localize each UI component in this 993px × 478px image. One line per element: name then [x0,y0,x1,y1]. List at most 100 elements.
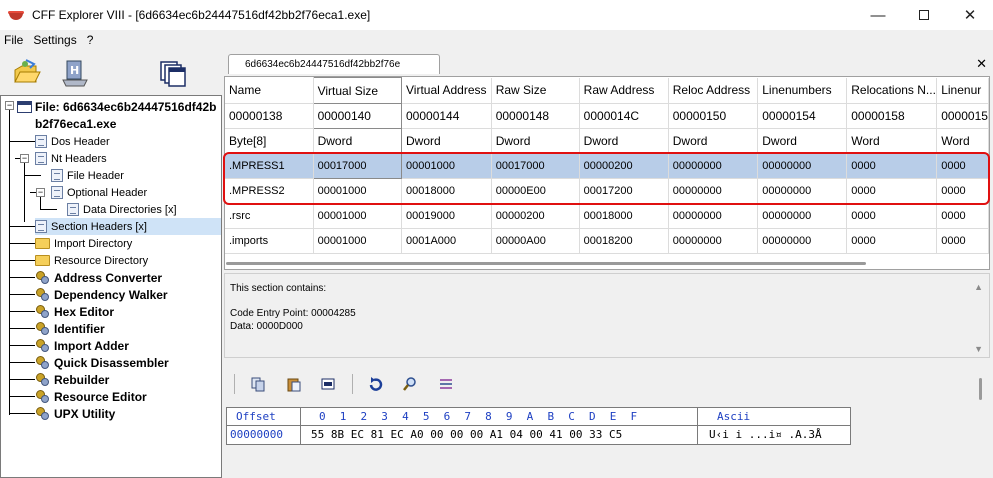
scroll-up-icon[interactable]: ▲ [974,282,983,292]
section-cell[interactable]: 00017000 [491,153,580,179]
tree-item-nt-headers[interactable]: Nt Headers [35,150,107,167]
column-header[interactable]: Virtual Address [401,77,492,104]
section-row-mpress1[interactable]: .MPRESS1 00017000 00001000 00017000 0000… [225,153,989,179]
menu-settings[interactable]: Settings [28,33,81,47]
maximize-button[interactable] [901,0,947,30]
section-cell[interactable]: 00000000 [757,203,848,229]
section-cell[interactable]: 0000 [846,153,938,179]
section-cell[interactable]: 00019000 [401,203,492,229]
section-cell[interactable]: 0000 [846,203,938,229]
column-header[interactable]: Reloc Address [668,77,759,104]
section-row-imports[interactable]: .imports 00001000 0001A000 00000A00 0001… [225,228,989,254]
column-header[interactable]: Raw Size [491,77,580,104]
hex-view[interactable]: Offset 0 1 2 3 4 5 6 7 8 9 A B C D E F A… [226,407,851,445]
tab-file[interactable]: 6d6634ec6b24447516df42bb2f76e [228,54,440,74]
section-cell[interactable]: .imports [225,228,314,254]
search-icon[interactable] [402,376,418,392]
section-cell[interactable]: 00001000 [401,153,492,179]
tree-item-section-headers[interactable]: Section Headers [x] [35,218,221,235]
section-cell[interactable]: 00000A00 [491,228,580,254]
select-all-icon[interactable] [320,376,336,392]
copy-icon[interactable] [250,376,266,392]
column-header[interactable]: Name [225,77,314,104]
hex-row-ascii[interactable]: U‹i i ...i¤ .A.3Å [709,426,822,443]
section-cell[interactable]: 0000 [846,178,938,204]
tree-item-dependency-walker[interactable]: Dependency Walker [35,286,168,303]
open-file-icon[interactable] [12,58,41,86]
options-list-icon[interactable] [438,376,454,392]
tree-item-resource-directory[interactable]: Resource Directory [35,252,148,269]
horizontal-scrollbar[interactable] [226,262,866,265]
section-cell[interactable]: 00018200 [579,228,669,254]
section-cell[interactable]: 00000000 [668,203,759,229]
refresh-icon[interactable] [368,376,384,392]
section-row-rsrc[interactable]: .rsrc 00001000 00019000 00000200 0001800… [225,203,989,229]
section-cell[interactable]: 00000200 [579,153,669,179]
column-header[interactable]: Relocations N... [846,77,938,104]
section-cell[interactable]: 0000 [936,178,989,204]
section-row-mpress2[interactable]: .MPRESS2 00001000 00018000 00000E00 0001… [225,178,989,204]
hex-offset-header: Offset [236,410,276,423]
menu-help[interactable]: ? [82,33,99,47]
section-cell[interactable]: .MPRESS2 [225,178,314,204]
collapse-root-toggle[interactable]: − [5,101,14,110]
tree-item-identifier[interactable]: Identifier [35,320,105,337]
tree-item-optional-header[interactable]: Optional Header [51,184,147,201]
hex-vertical-scrollbar[interactable] [979,378,982,400]
column-header[interactable]: Raw Address [579,77,669,104]
document-tab-bar: 6d6634ec6b24447516df42bb2f76e ✕ [224,52,993,74]
close-tab-icon[interactable]: ✕ [976,56,987,72]
section-cell[interactable]: 00000000 [757,153,848,179]
close-button[interactable]: ✕ [947,0,993,30]
section-cell[interactable]: 00017000 [312,153,403,179]
section-cell[interactable]: 00000000 [757,178,848,204]
tree-item-dos-header[interactable]: Dos Header [35,133,110,150]
tree-item-file-header[interactable]: File Header [51,167,124,184]
collapse-nt-headers-toggle[interactable]: − [20,154,29,163]
tree-item-rebuilder[interactable]: Rebuilder [35,371,109,388]
minimize-button[interactable]: — [855,0,901,30]
section-cell[interactable]: 00000000 [668,228,759,254]
section-cell[interactable]: 0001A000 [401,228,492,254]
tree-item-import-adder[interactable]: Import Adder [35,337,129,354]
type-row: Byte[8] Dword Dword Dword Dword Dword Dw… [225,128,989,154]
type-cell: Dword [757,128,848,154]
section-cell[interactable]: 00018000 [579,203,669,229]
tree-item-upx-utility[interactable]: UPX Utility [35,405,115,422]
column-header[interactable]: Virtual Size [312,77,403,104]
section-cell[interactable]: 00001000 [313,228,403,254]
section-cell[interactable]: 00000000 [668,178,759,204]
section-cell[interactable]: 00000000 [757,228,848,254]
section-cell[interactable]: .rsrc [225,203,314,229]
section-cell[interactable]: 00018000 [401,178,492,204]
tree-item-import-directory[interactable]: Import Directory [35,235,132,252]
section-cell[interactable]: 0000 [936,203,989,229]
type-cell: Dword [312,128,403,154]
tree-root-file[interactable]: File: 6d6634ec6b24447516df42b [17,98,216,115]
paste-icon[interactable] [286,376,302,392]
windows-icon[interactable] [158,58,186,87]
scroll-down-icon[interactable]: ▼ [974,344,983,354]
section-cell[interactable]: 0000 [936,153,989,179]
section-cell[interactable]: 00000E00 [491,178,580,204]
column-header[interactable]: Linenur [936,77,989,104]
file-tree: − File: 6d6634ec6b24447516df42b b2f76eca… [0,95,222,478]
section-cell[interactable]: .MPRESS1 [225,153,314,179]
section-cell[interactable]: 00001000 [313,178,403,204]
section-cell[interactable]: 0000 [846,228,938,254]
menu-file[interactable]: File [0,33,28,47]
tree-item-quick-disassembler[interactable]: Quick Disassembler [35,354,169,371]
section-cell[interactable]: 00017200 [579,178,669,204]
hex-row-bytes[interactable]: 55 8B EC 81 EC A0 00 00 00 A1 04 00 41 0… [311,426,622,443]
collapse-optional-header-toggle[interactable]: − [36,188,45,197]
save-file-icon[interactable]: H [60,58,88,87]
section-cell[interactable]: 00000000 [668,153,759,179]
section-cell[interactable]: 00000200 [491,203,580,229]
tree-item-resource-editor[interactable]: Resource Editor [35,388,147,405]
tree-item-hex-editor[interactable]: Hex Editor [35,303,114,320]
section-cell[interactable]: 0000 [936,228,989,254]
tree-item-data-directories[interactable]: Data Directories [x] [67,201,177,218]
section-cell[interactable]: 00001000 [313,203,403,229]
tree-item-address-converter[interactable]: Address Converter [35,269,162,286]
column-header[interactable]: Linenumbers [757,77,848,104]
